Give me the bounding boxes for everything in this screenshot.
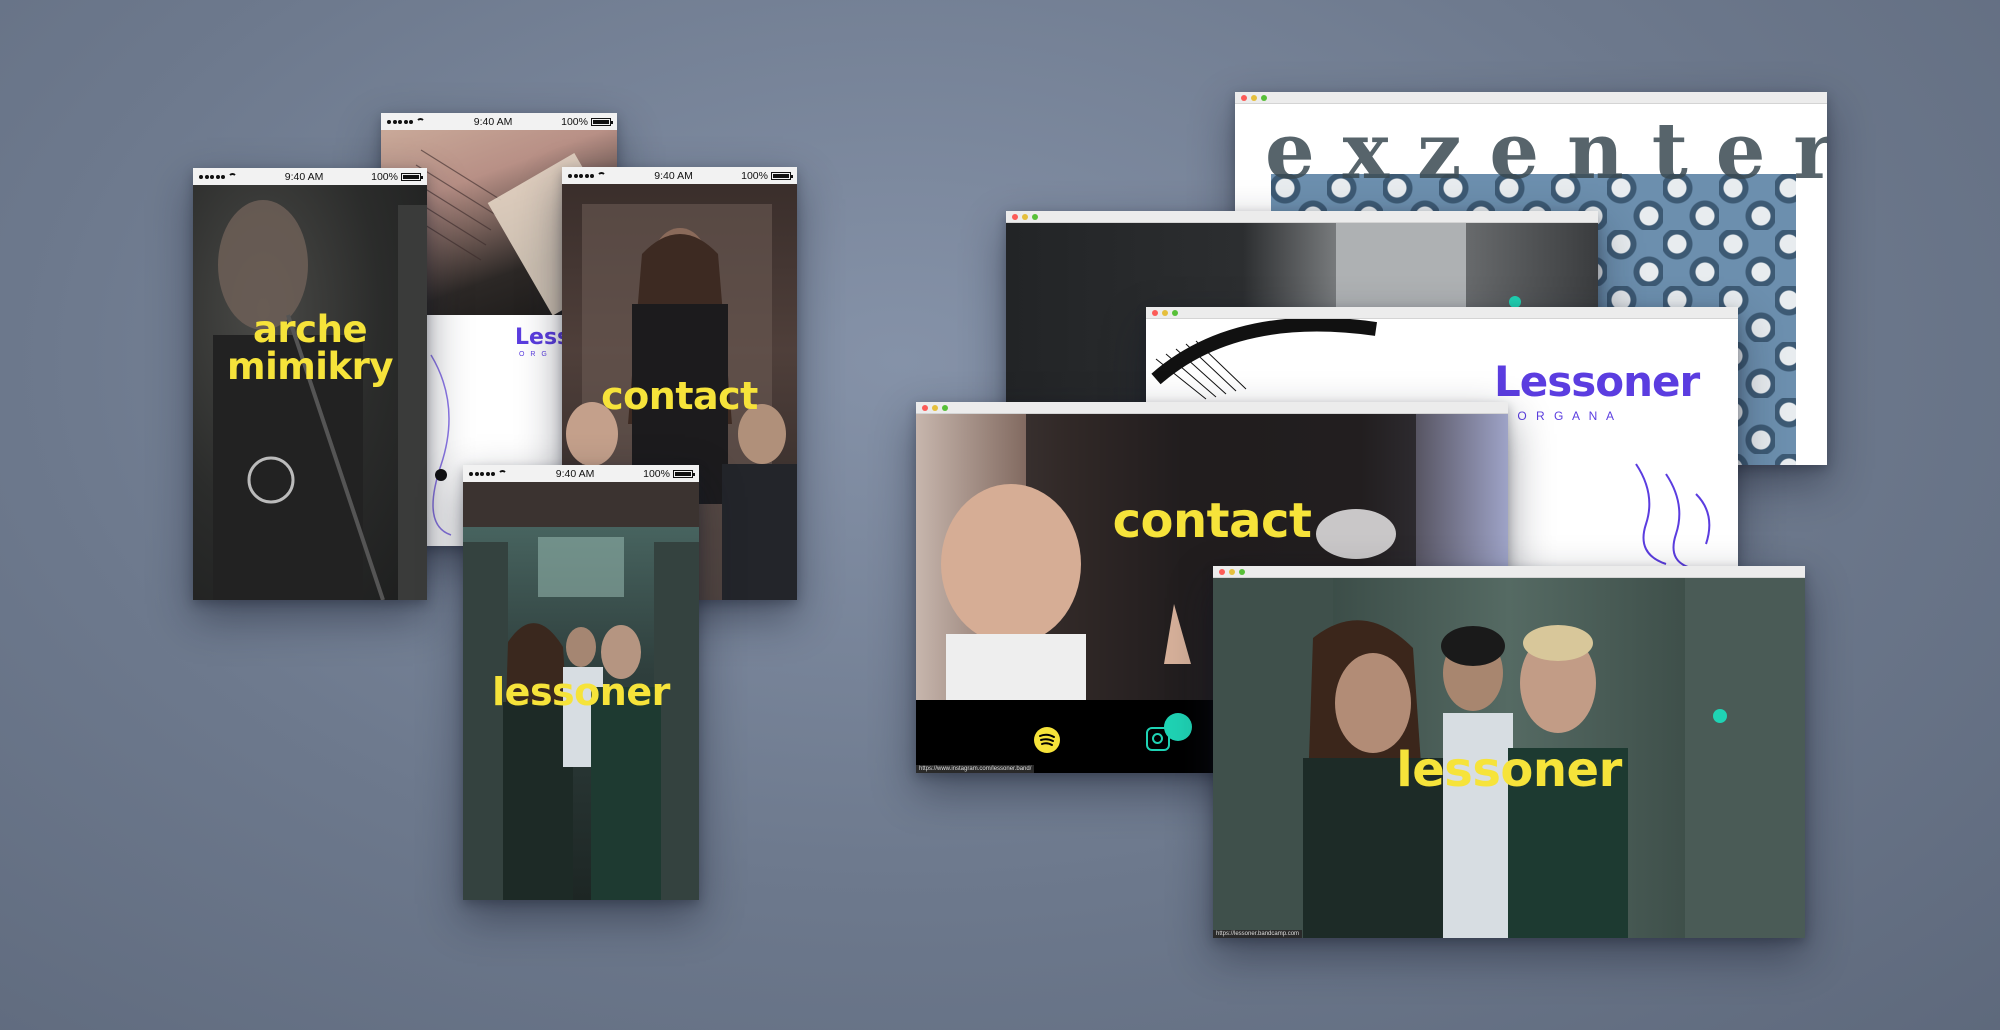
wifi-icon <box>416 118 425 125</box>
singer-photo <box>193 185 427 600</box>
arche-title-line2: mimikry <box>227 345 393 388</box>
close-icon[interactable] <box>1012 213 1018 220</box>
cursor-highlight <box>1164 713 1192 741</box>
status-bar: 9:40 AM 100% <box>193 168 427 185</box>
window-titlebar <box>1006 211 1598 223</box>
wifi-icon <box>597 172 606 179</box>
phone-lessoner: 9:40 AM 100% lessoner <box>463 465 699 900</box>
status-bar: 9:40 AM 100% <box>562 167 797 184</box>
spotify-icon[interactable] <box>1034 727 1060 753</box>
close-icon[interactable] <box>922 404 928 411</box>
battery-icon <box>672 469 695 478</box>
notebook-sub: O R G <box>519 351 549 358</box>
window-titlebar <box>916 402 1508 414</box>
purple-sketch <box>1635 463 1711 567</box>
contact-title: contact <box>1112 493 1312 549</box>
battery-icon <box>770 171 793 180</box>
maximize-icon[interactable] <box>1032 213 1038 220</box>
status-time: 9:40 AM <box>654 169 693 182</box>
exzenter-wordmark: exzenter <box>1265 106 1827 197</box>
morgana-sub: M O R G A N A <box>1498 409 1618 423</box>
teal-dot <box>1713 709 1727 723</box>
lessoner-page: lessoner https://lessoner.bandcamp.com <box>1213 578 1805 938</box>
maximize-icon[interactable] <box>1239 568 1245 575</box>
maximize-icon[interactable] <box>1172 309 1178 316</box>
close-icon[interactable] <box>1152 309 1158 316</box>
window-titlebar <box>1213 566 1805 578</box>
morgana-brand: Lessoner <box>1494 357 1700 406</box>
lessoner-title: lessoner <box>492 670 670 714</box>
minimize-icon[interactable] <box>1022 213 1028 220</box>
status-battery: 100% <box>741 169 768 182</box>
status-time: 9:40 AM <box>284 170 324 183</box>
minimize-icon[interactable] <box>1229 568 1235 575</box>
wifi-icon <box>228 173 237 180</box>
maximize-icon[interactable] <box>1261 94 1267 101</box>
status-time: 9:40 AM <box>555 467 595 480</box>
battery-icon <box>400 172 423 181</box>
status-bar: 9:40 AM 100% <box>381 113 617 130</box>
close-icon[interactable] <box>1219 568 1225 575</box>
status-battery: 100% <box>371 170 398 183</box>
window-titlebar <box>1235 92 1827 104</box>
status-bar: 9:40 AM 100% <box>463 465 699 482</box>
brush-sketch <box>1151 319 1377 400</box>
arche-title: arche mimikry <box>193 311 427 385</box>
minimize-icon[interactable] <box>1251 94 1257 101</box>
close-icon[interactable] <box>1241 94 1247 101</box>
maximize-icon[interactable] <box>942 404 948 411</box>
status-url: https://lessoner.bandcamp.com <box>1213 930 1303 938</box>
battery-icon <box>590 117 613 126</box>
minimize-icon[interactable] <box>1162 309 1168 316</box>
wifi-icon <box>498 470 507 477</box>
status-url: https://www.instagram.com/lessoner.band/ <box>916 765 1035 773</box>
phone-arche-mimikry: 9:40 AM 100% arche mimikry <box>193 168 427 600</box>
window-titlebar <box>1146 307 1738 319</box>
lessoner-title: lessoner <box>1396 742 1622 798</box>
arche-title-line1: arche <box>252 308 368 351</box>
minimize-icon[interactable] <box>932 404 938 411</box>
browser-lessoner: lessoner https://lessoner.bandcamp.com <box>1213 566 1805 938</box>
status-battery: 100% <box>561 115 588 128</box>
status-time: 9:40 AM <box>473 115 513 128</box>
status-battery: 100% <box>643 467 670 480</box>
contact-title: contact <box>601 374 758 418</box>
